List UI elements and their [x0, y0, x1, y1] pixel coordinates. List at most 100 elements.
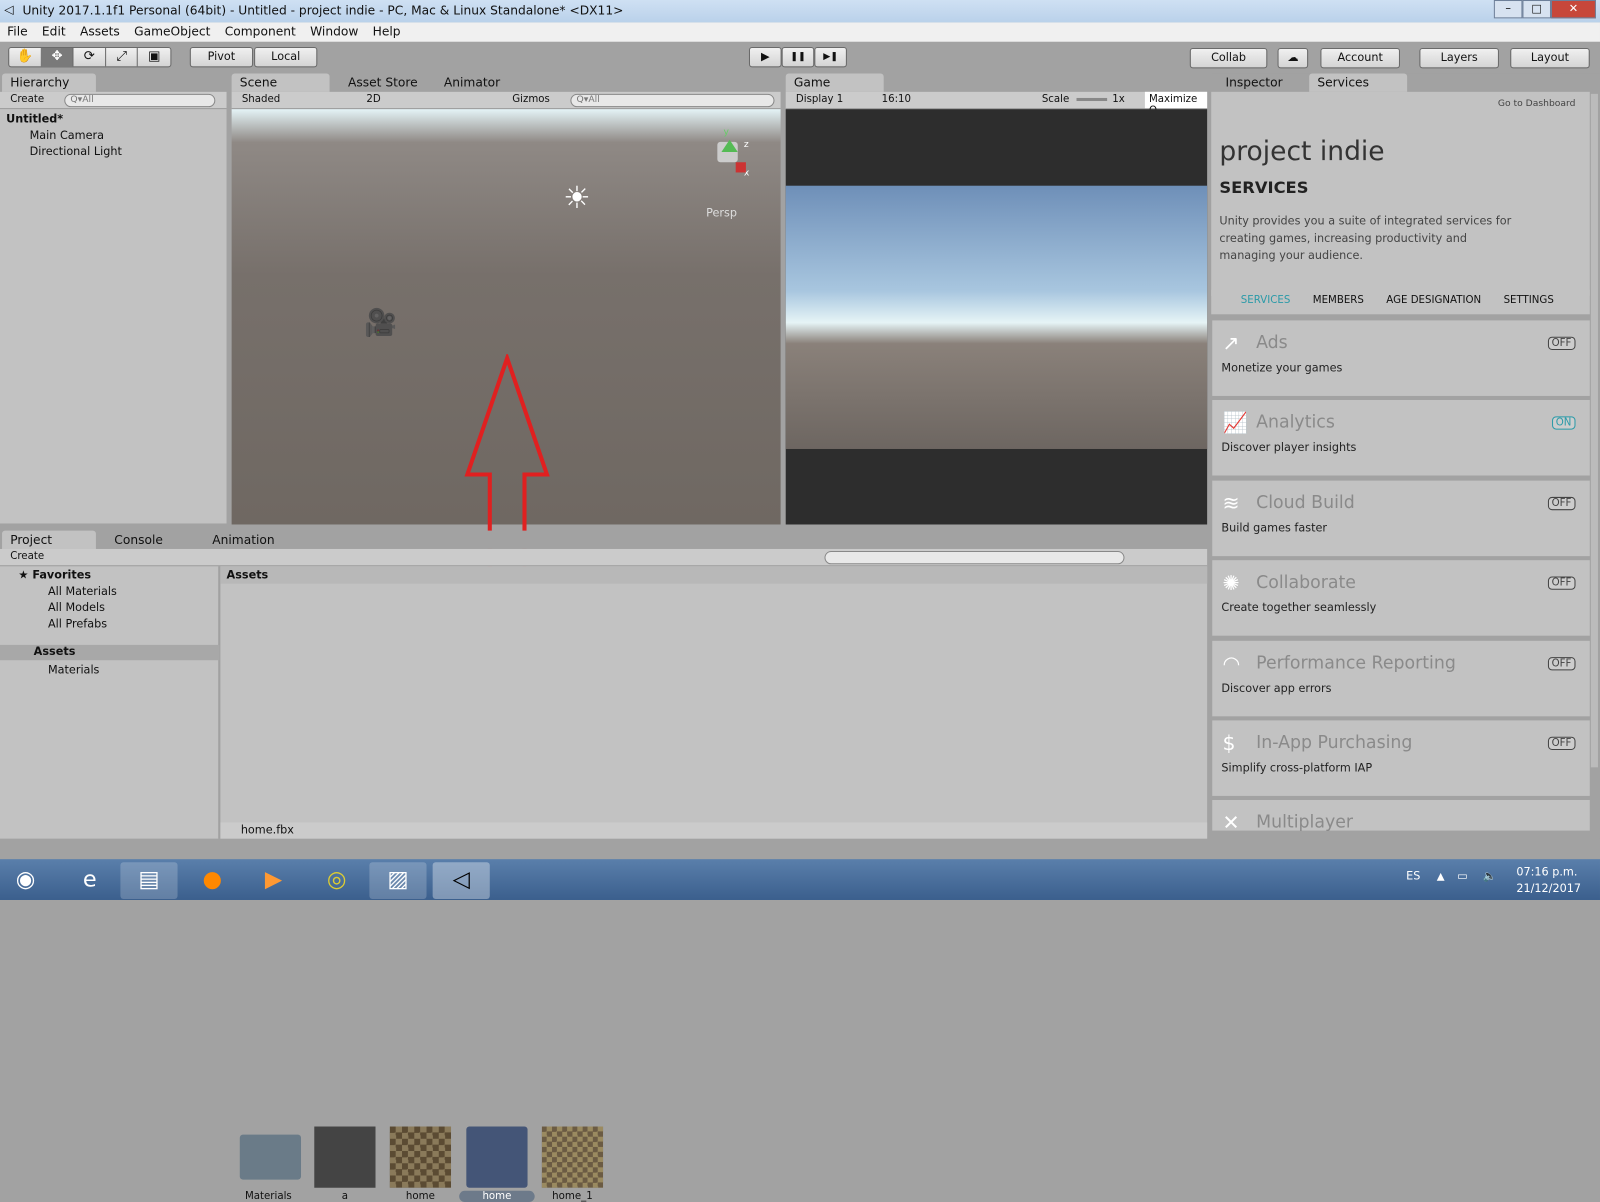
- service-card-in-app-purchasing[interactable]: $ In-App Purchasing Simplify cross-platf…: [1212, 720, 1590, 796]
- maximize-on-play-toggle[interactable]: Maximize O: [1144, 91, 1208, 116]
- tab-project[interactable]: Project: [2, 530, 96, 549]
- tab-asset-store[interactable]: Asset Store: [340, 73, 426, 91]
- tab-game[interactable]: Game: [785, 73, 884, 92]
- asset-label[interactable]: Materials: [231, 1191, 307, 1202]
- favorites-folder[interactable]: ★ Favorites: [18, 568, 91, 581]
- asset-thumbnail-home-model[interactable]: [466, 1126, 528, 1188]
- hierarchy-search-input[interactable]: Q▾All: [64, 93, 216, 108]
- collab-dropdown[interactable]: Collab: [1189, 47, 1268, 69]
- tab-hierarchy[interactable]: Hierarchy: [2, 73, 96, 92]
- go-to-dashboard-link[interactable]: Go to Dashboard: [1498, 99, 1576, 109]
- asset-label[interactable]: home: [383, 1191, 459, 1202]
- nav-members[interactable]: MEMBERS: [1313, 295, 1364, 314]
- gizmos-dropdown[interactable]: Gizmos: [512, 94, 550, 105]
- network-icon[interactable]: ▭: [1457, 869, 1468, 882]
- service-card-ads[interactable]: ↗ Ads Monetize your games OFF: [1212, 320, 1590, 396]
- service-card-multiplayer[interactable]: ✕ Multiplayer: [1212, 800, 1590, 835]
- favorite-item[interactable]: All Models: [48, 601, 105, 614]
- close-button[interactable]: ✕: [1551, 0, 1596, 19]
- maximize-button[interactable]: □: [1522, 0, 1552, 19]
- scene-gizmo[interactable]: y z x: [703, 128, 754, 184]
- service-toggle[interactable]: OFF: [1547, 336, 1576, 350]
- service-toggle[interactable]: OFF: [1547, 576, 1576, 590]
- service-card-performance-reporting[interactable]: ◠ Performance Reporting Discover app err…: [1212, 640, 1590, 716]
- asset-label[interactable]: home: [459, 1190, 535, 1202]
- shading-dropdown[interactable]: Shaded: [242, 94, 280, 105]
- step-button[interactable]: ▶❚: [814, 46, 847, 68]
- pause-button[interactable]: ❚❚: [781, 46, 815, 68]
- scene-root[interactable]: Untitled*: [6, 112, 63, 125]
- tab-animation[interactable]: Animation: [204, 531, 283, 549]
- service-toggle[interactable]: ON: [1551, 416, 1576, 430]
- play-button[interactable]: ▶: [748, 46, 782, 68]
- menu-component[interactable]: Component: [218, 22, 303, 41]
- asset-label[interactable]: a: [307, 1191, 383, 1202]
- tab-animator[interactable]: Animator: [436, 73, 509, 91]
- local-button[interactable]: Local: [254, 46, 318, 68]
- minimize-button[interactable]: –: [1493, 0, 1523, 19]
- menu-help[interactable]: Help: [366, 22, 408, 41]
- hand-tool-icon[interactable]: ✋: [9, 47, 42, 67]
- service-toggle[interactable]: OFF: [1547, 496, 1576, 510]
- account-dropdown[interactable]: Account: [1320, 47, 1400, 69]
- menu-window[interactable]: Window: [303, 22, 366, 41]
- explorer-icon[interactable]: ▤: [120, 862, 178, 899]
- tab-inspector[interactable]: Inspector: [1217, 73, 1290, 91]
- scale-slider[interactable]: [1076, 97, 1108, 102]
- persp-label[interactable]: Persp: [706, 206, 737, 219]
- menu-edit[interactable]: Edit: [35, 22, 73, 41]
- firefox-icon[interactable]: ●: [184, 862, 241, 899]
- rect-tool-icon[interactable]: ▣: [138, 48, 170, 66]
- scene-search-input[interactable]: Q▾All: [570, 93, 775, 108]
- move-tool-icon[interactable]: ✥: [41, 47, 74, 67]
- media-player-icon[interactable]: ▶: [245, 862, 302, 899]
- tab-console[interactable]: Console: [106, 531, 171, 549]
- menu-assets[interactable]: Assets: [73, 22, 127, 41]
- scene-view[interactable]: ☀ 🎥 y z x Persp: [231, 109, 781, 585]
- scale-tool-icon[interactable]: ⤢: [106, 47, 139, 67]
- asset-thumbnail-a[interactable]: [314, 1126, 376, 1188]
- asset-thumbnail-home-1[interactable]: [541, 1126, 604, 1188]
- assets-folder[interactable]: Assets: [0, 644, 220, 661]
- tab-scene[interactable]: Scene: [231, 73, 330, 92]
- favorite-item[interactable]: All Prefabs: [48, 617, 107, 630]
- hierarchy-item[interactable]: Main Camera: [30, 129, 104, 142]
- services-scrollbar[interactable]: [1590, 93, 1598, 768]
- start-button[interactable]: ◉: [0, 862, 51, 899]
- service-toggle[interactable]: OFF: [1547, 736, 1576, 750]
- rotate-tool-icon[interactable]: ⟳: [74, 47, 106, 67]
- tab-services[interactable]: Services: [1309, 73, 1408, 92]
- unity-icon[interactable]: ◁: [432, 862, 490, 899]
- layout-dropdown[interactable]: Layout: [1510, 47, 1590, 69]
- menu-gameobject[interactable]: GameObject: [127, 22, 218, 41]
- volume-icon[interactable]: 🔈: [1483, 869, 1497, 882]
- nav-settings[interactable]: SETTINGS: [1504, 295, 1554, 314]
- asset-thumbnail-folder[interactable]: [239, 1134, 302, 1180]
- chrome-icon[interactable]: ◎: [308, 862, 365, 899]
- 2d-toggle[interactable]: 2D: [366, 94, 380, 105]
- service-card-cloud-build[interactable]: ≋ Cloud Build Build games faster OFF: [1212, 480, 1590, 556]
- clock-time[interactable]: 07:16 p.m.: [1516, 865, 1577, 878]
- favorite-item[interactable]: All Materials: [48, 585, 117, 598]
- layers-dropdown[interactable]: Layers: [1419, 47, 1499, 69]
- materials-folder[interactable]: Materials: [48, 663, 99, 676]
- aspect-dropdown[interactable]: 16:10: [882, 94, 911, 105]
- display-dropdown[interactable]: Display 1: [796, 94, 843, 105]
- menu-file[interactable]: File: [0, 22, 35, 41]
- ie-icon[interactable]: e: [61, 862, 118, 899]
- tray-expand-icon[interactable]: ▲: [1437, 871, 1445, 882]
- service-card-analytics[interactable]: 📈 Analytics Discover player insights ON: [1212, 400, 1590, 476]
- asset-thumbnail-home[interactable]: [389, 1126, 452, 1188]
- hierarchy-create-button[interactable]: Create: [10, 94, 44, 105]
- hierarchy-item[interactable]: Directional Light: [30, 145, 122, 158]
- project-search-input[interactable]: [824, 551, 1125, 565]
- service-toggle[interactable]: OFF: [1547, 656, 1576, 670]
- nav-services[interactable]: SERVICES: [1241, 295, 1291, 314]
- asset-label[interactable]: home_1: [535, 1191, 611, 1202]
- project-create-button[interactable]: Create: [10, 551, 44, 562]
- service-card-collaborate[interactable]: ✺ Collaborate Create together seamlessly…: [1212, 560, 1590, 636]
- pivot-button[interactable]: Pivot: [189, 46, 254, 68]
- cloud-icon[interactable]: ☁: [1277, 47, 1309, 69]
- language-indicator[interactable]: ES: [1406, 869, 1420, 882]
- photos-icon[interactable]: ▨: [369, 862, 427, 899]
